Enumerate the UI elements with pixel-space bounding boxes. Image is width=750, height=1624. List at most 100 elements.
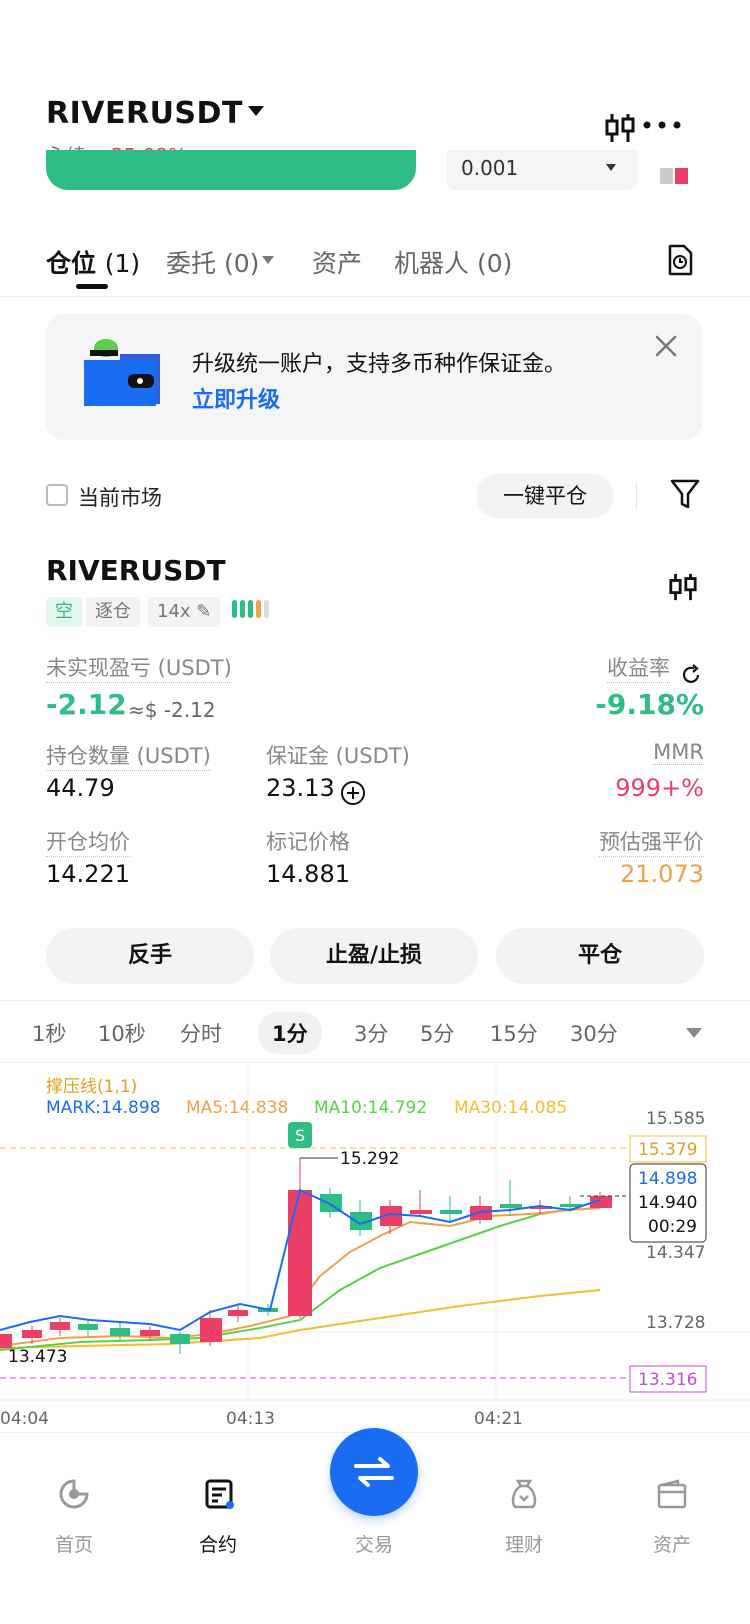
current-market-checkbox[interactable] [46,484,68,506]
timeframe-10s[interactable]: 10秒 [98,1018,146,1048]
contract-icon[interactable] [204,1478,236,1510]
entry-price-value: 14.221 [46,860,130,888]
more-icon[interactable] [642,120,682,130]
close-icon[interactable] [654,334,678,358]
tab-bots[interactable]: 机器人 (0) [394,244,512,280]
symbol-dropdown-icon[interactable] [248,106,264,116]
close-all-button[interactable]: 一键平仓 [476,474,614,518]
more-timeframes-icon[interactable] [686,1028,702,1038]
nav-trade[interactable]: 交易 [334,1530,414,1557]
timeframe-5m[interactable]: 5分 [420,1018,454,1048]
candles [0,1158,612,1354]
symbol-title[interactable]: RIVERUSDT [46,96,243,131]
candle [78,1324,98,1330]
edit-icon: ✎ [196,601,212,622]
candlestick-chart-icon[interactable] [604,114,636,142]
candle [50,1322,70,1330]
unrealized-pnl-value: -2.12 [46,688,127,721]
low-label: 13.473 [8,1347,67,1367]
candle [470,1206,492,1220]
risk-level-indicator [232,600,272,622]
last-price-tag: 14.940 [638,1193,697,1213]
unrealized-pnl-usd: ≈$ -2.12 [128,698,216,722]
kline-chart[interactable]: 15.292 13.473 S 15.585 14.347 13.728 15.… [0,1060,750,1432]
mark-price-value: 14.881 [266,860,350,888]
unrealized-pnl-label[interactable]: 未实现盈亏 (USDT) [46,652,232,683]
nav-assets[interactable]: 资产 [632,1530,712,1557]
wallet-icon[interactable] [656,1478,688,1510]
timeframe-1s[interactable]: 1秒 [32,1018,66,1048]
upgrade-link[interactable]: 立即升级 [192,382,280,414]
candle [110,1328,130,1336]
candle [500,1204,522,1208]
earn-icon[interactable] [508,1478,540,1510]
candle [170,1334,190,1344]
position-symbol[interactable]: RIVERUSDT [46,554,226,587]
support-price: 13.316 [638,1370,697,1390]
price-axis-label: 15.585 [646,1109,705,1129]
time-axis-label: 04:04 [0,1409,49,1429]
nav-home[interactable]: 首页 [34,1530,114,1557]
time-axis-label: 04:13 [226,1409,275,1429]
chevron-down-icon [262,256,274,264]
candle [228,1310,248,1316]
price-axis-label: 14.347 [646,1243,705,1263]
high-label: 15.292 [340,1149,399,1169]
position-size-value: 44.79 [46,774,115,802]
history-icon[interactable] [666,244,694,276]
mark-price-tag: 14.898 [638,1169,697,1189]
tab-orders[interactable]: 委托 (0) [166,244,259,280]
roe-value: -9.18% [595,688,704,721]
tpsl-button[interactable]: 止盈/止损 [270,928,478,984]
banner-text: 升级统一账户，支持多币种作保证金。 [192,352,567,377]
close-position-button[interactable]: 平仓 [496,928,704,984]
reverse-button[interactable]: 反手 [46,928,254,984]
wallet-illustration-icon [84,339,160,406]
home-icon[interactable] [58,1478,90,1510]
leverage-badge[interactable]: 14x ✎ [148,597,221,627]
refresh-icon[interactable] [680,664,702,686]
candle [440,1210,462,1214]
mmr-label[interactable]: MMR [653,740,704,765]
orderbook-layout-icon[interactable] [660,168,690,186]
entry-price-label[interactable]: 开仓均价 [46,826,130,857]
current-market-label: 当前市场 [78,486,162,510]
timeframe-line[interactable]: 分时 [180,1018,222,1048]
nav-earn[interactable]: 理财 [484,1530,564,1557]
candle [410,1210,432,1214]
candle [22,1330,42,1338]
mmr-value: 999+% [615,774,704,802]
position-size-label[interactable]: 持仓数量 (USDT) [46,740,211,771]
tab-assets[interactable]: 资产 [312,244,362,280]
liq-price-label[interactable]: 预估强平价 [599,826,704,857]
timeframe-15m[interactable]: 15分 [490,1018,538,1048]
filter-icon[interactable] [670,478,700,510]
divider [636,482,637,510]
divider [0,296,750,297]
candle [200,1318,222,1342]
tab-active-indicator [76,284,108,289]
timeframe-30m[interactable]: 30分 [570,1018,618,1048]
candle [0,1334,12,1348]
side-badge: 空 [46,597,82,627]
timeframe-1m[interactable]: 1分 [258,1012,322,1054]
price-axis-label: 13.728 [646,1313,705,1333]
add-margin-icon[interactable] [340,780,366,806]
chevron-down-icon [606,164,616,171]
timeframe-3m[interactable]: 3分 [354,1018,388,1048]
signal-label: S [295,1126,305,1145]
resistance-price: 15.379 [638,1140,697,1160]
nav-contract[interactable]: 合约 [178,1530,258,1557]
tab-positions[interactable]: 仓位 (1) [46,244,140,280]
candlestick-chart-icon[interactable] [668,572,698,602]
swap-icon [354,1457,394,1487]
roe-label[interactable]: 收益率 [607,652,670,683]
time-axis-label: 04:21 [474,1409,523,1429]
mark-price-label: 标记价格 [266,830,350,854]
open-position-button[interactable] [46,150,416,190]
countdown-tag: 00:29 [648,1217,697,1237]
margin-value: 23.13 [266,774,335,802]
liq-price-value: 21.073 [620,860,704,888]
divider [0,1000,750,1001]
margin-mode-badge: 逐仓 [86,597,140,627]
